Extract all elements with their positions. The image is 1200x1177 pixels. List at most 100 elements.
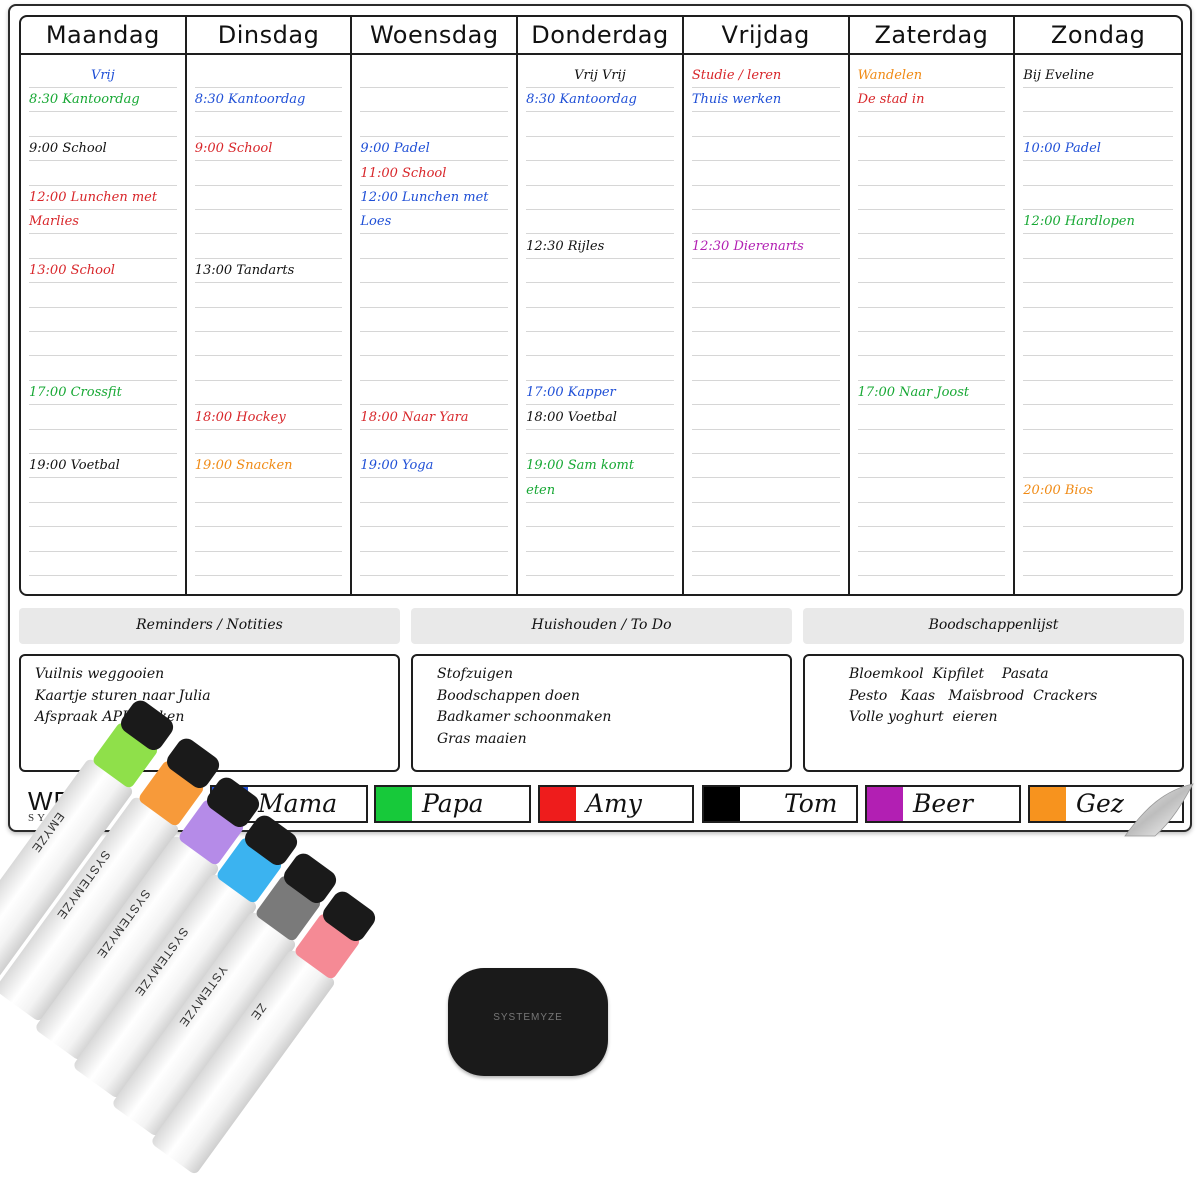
calendar-entry: Bij Eveline xyxy=(1023,68,1095,83)
legend-name: Mama xyxy=(258,789,338,818)
note-line: Pesto Kaas Maïsbrood Crackers xyxy=(849,687,1098,704)
note-line: Vuilnis weggooien xyxy=(35,666,165,682)
ruled-line xyxy=(1023,355,1173,357)
note-line: Kaartje sturen naar Julia xyxy=(35,687,211,704)
color-swatch xyxy=(376,787,412,821)
calendar-entry: 20:00 Bios xyxy=(1023,482,1094,498)
ruled-line xyxy=(1023,428,1173,430)
ruled-line xyxy=(360,160,509,162)
ruled-line xyxy=(194,526,343,528)
ruled-line xyxy=(1023,282,1173,284)
ruled-line xyxy=(194,135,343,137)
note-line: Boodschappen doen xyxy=(437,687,580,704)
ruled-line xyxy=(194,550,343,552)
section-box: Bloemkool Kipfilet Pasata Pesto Kaas Maïs… xyxy=(803,654,1184,772)
ruled-line xyxy=(29,453,177,454)
note-line: Bloemkool Kipfilet Pasata xyxy=(849,666,1049,682)
ruled-line xyxy=(360,135,509,137)
day-header: Vrijdag xyxy=(683,17,848,55)
ruled-line xyxy=(857,575,1006,576)
ruled-line xyxy=(194,87,343,88)
ruled-line xyxy=(526,111,674,113)
ruled-line xyxy=(360,331,509,332)
legend-beer: Beer xyxy=(865,785,1021,823)
ruled-line xyxy=(526,477,674,479)
ruled-line xyxy=(29,184,177,186)
day-header: Woensdag xyxy=(352,17,517,55)
ruled-line xyxy=(526,306,674,308)
day-column-donderdag: Donderdag Vrij Vrij 8:30 Kantoordag 12:30 R… xyxy=(518,17,684,594)
calendar-entry: Thuis werken xyxy=(691,92,782,108)
ruled-line xyxy=(194,306,343,308)
section-title: Boodschappenlijst xyxy=(803,608,1184,644)
ruled-line xyxy=(691,379,840,381)
calendar-entry: 8:30 Kantoordag xyxy=(29,92,140,108)
ruled-line xyxy=(360,428,509,430)
ruled-line xyxy=(194,404,343,406)
ruled-line xyxy=(194,282,343,284)
ruled-line xyxy=(194,233,343,235)
legend-name: Amy xyxy=(586,789,642,818)
ruled-line xyxy=(29,477,177,479)
ruled-line xyxy=(857,233,1006,235)
ruled-line xyxy=(691,477,840,479)
ruled-line xyxy=(29,501,177,503)
ruled-line xyxy=(691,233,840,235)
ruled-line xyxy=(360,575,509,576)
ruled-line xyxy=(29,428,177,430)
ruled-line xyxy=(526,233,674,235)
day-column-woensdag: Woensdag 9:00 Padel 11:00 School 12:00 Lunc… xyxy=(352,17,519,594)
legend-name: Tom xyxy=(784,789,838,818)
ruled-line xyxy=(1023,379,1173,381)
ruled-line xyxy=(194,379,343,381)
ruled-line xyxy=(194,453,343,454)
ruled-line xyxy=(194,184,343,186)
ruled-line xyxy=(526,453,674,454)
ruled-line xyxy=(194,160,343,162)
legend-name: Beer xyxy=(913,789,973,818)
ruled-line xyxy=(360,209,509,210)
ruled-line xyxy=(857,306,1006,308)
ruled-line xyxy=(691,184,840,186)
ruled-line xyxy=(526,379,674,381)
ruled-line xyxy=(691,209,840,210)
ruled-line xyxy=(1023,575,1173,576)
section-box: Stofzuigen Boodschappen doen Badkamer scho… xyxy=(411,654,792,772)
ruled-line xyxy=(526,501,674,503)
ruled-line xyxy=(29,404,177,406)
ruled-line xyxy=(194,355,343,357)
ruled-line xyxy=(1023,477,1173,479)
ruled-line xyxy=(691,404,840,406)
calendar-entry: 12:00 Hardlopen xyxy=(1023,214,1135,230)
ruled-line xyxy=(526,331,674,332)
calendar-entry: Studie / leren xyxy=(691,68,782,83)
calendar-entry: 17:00 Naar Joost xyxy=(857,385,970,401)
ruled-line xyxy=(1023,404,1173,406)
calendar-entry: Loes xyxy=(360,214,392,230)
ruled-line xyxy=(1023,453,1173,454)
ruled-line xyxy=(29,550,177,552)
ruled-line xyxy=(526,550,674,552)
ruled-line xyxy=(526,282,674,284)
calendar-entry: eten xyxy=(526,482,556,498)
legend-amy: Amy xyxy=(538,785,694,823)
ruled-line xyxy=(29,282,177,284)
ruled-line xyxy=(1023,306,1173,308)
calendar-entry: Vrij xyxy=(90,68,115,83)
ruled-line xyxy=(857,428,1006,430)
ruled-line xyxy=(360,306,509,308)
ruled-line xyxy=(857,477,1006,479)
ruled-line xyxy=(691,160,840,162)
ruled-line xyxy=(857,501,1006,503)
calendar-entry: De stad in xyxy=(857,92,925,108)
ruled-line xyxy=(29,575,177,576)
ruled-line xyxy=(29,379,177,381)
color-swatch xyxy=(867,787,903,821)
day-column-maandag: Maandag Vrij 8:30 Kantoordag 9:00 School 12:… xyxy=(21,17,187,594)
ruled-line xyxy=(526,135,674,137)
ruled-line xyxy=(360,379,509,381)
calendar-entry: 19:00 Sam komt xyxy=(526,458,635,474)
legend-papa: Papa xyxy=(374,785,531,823)
ruled-line xyxy=(29,87,177,88)
ruled-line xyxy=(194,209,343,210)
